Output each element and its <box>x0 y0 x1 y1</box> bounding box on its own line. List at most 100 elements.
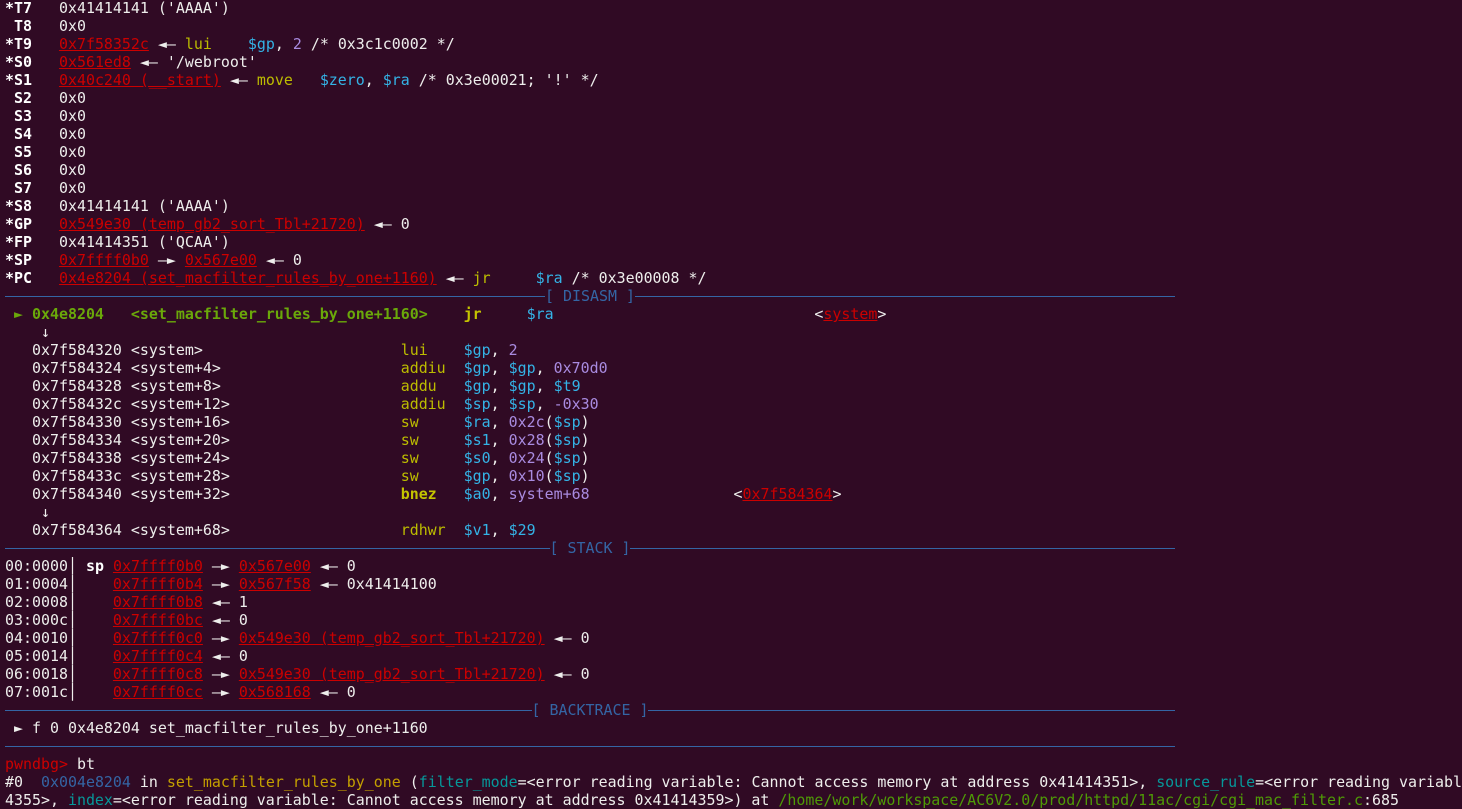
text-segment: $sp <box>463 395 491 413</box>
address-link[interactable]: 0x7ffff0cc <box>113 683 203 701</box>
text-segment: , <box>490 413 509 431</box>
address-link[interactable]: 0x7ffff0b0 <box>59 251 149 269</box>
text-segment: ◄— 0 <box>202 611 248 629</box>
text-segment: —► <box>202 557 239 575</box>
text-segment <box>32 269 59 287</box>
separator-line <box>648 709 1175 711</box>
section-label: [ STACK ] <box>549 539 631 557</box>
text-segment: 0x004e8204 <box>40 773 131 791</box>
text-segment: 05:0014│ <box>5 647 113 665</box>
text-segment: ↓ <box>5 323 50 341</box>
text-segment: , <box>535 359 554 377</box>
text-segment: 07:001c│ <box>5 683 113 701</box>
text-segment: 01:0004│ <box>5 575 113 593</box>
disasm-line: 0x7f584334 <system+20> sw $s1, 0x28($sp) <box>5 431 1462 449</box>
text-segment: sw <box>400 467 419 485</box>
address-link[interactable]: 0x4e8204 (set_macfilter_rules_by_one+116… <box>59 269 437 287</box>
stack-line: 01:0004│ 0x7ffff0b4 —► 0x567f58 ◄— 0x414… <box>5 575 1462 593</box>
address-link[interactable]: 0x7f58352c <box>59 35 149 53</box>
disasm-line: 0x7f584364 <system+68> rdhwr $v1, $29 <box>5 521 1462 539</box>
text-segment: $gp <box>463 467 491 485</box>
address-link[interactable]: 0x7ffff0b0 <box>113 557 203 575</box>
text-segment <box>419 413 464 431</box>
text-segment: $ra <box>526 305 554 323</box>
address-link[interactable]: 0x7f584364 <box>743 485 833 503</box>
text-segment: in <box>130 773 167 791</box>
text-segment: 0x7f584328 <system+8> <box>5 377 401 395</box>
text-segment <box>419 449 464 467</box>
text-segment: ◄— 0 <box>544 665 590 683</box>
address-link[interactable]: 0x7ffff0b8 <box>113 593 203 611</box>
text-segment: , <box>490 485 509 503</box>
address-link[interactable]: 0x568168 <box>239 683 311 701</box>
text-segment: ) <box>580 413 590 431</box>
text-segment: , <box>490 359 509 377</box>
text-segment: 0x0 <box>31 143 86 161</box>
section-separator <box>5 737 1175 755</box>
register-line: S5 0x0 <box>5 143 1462 161</box>
text-segment: —► <box>148 251 185 269</box>
text-segment: *S1 <box>5 71 32 89</box>
text-segment: jr <box>472 269 491 287</box>
section-separator: [ STACK ] <box>5 539 1175 557</box>
disasm-line: 0x7f584320 <system> lui $gp, 2 <box>5 341 1462 359</box>
address-link[interactable]: 0x7ffff0c0 <box>113 629 203 647</box>
text-segment: < <box>589 485 743 503</box>
text-segment: $sp <box>553 431 581 449</box>
text-segment: $t9 <box>553 377 581 395</box>
address-link[interactable]: 0x561ed8 <box>59 53 131 71</box>
text-segment: source_rule <box>1156 773 1256 791</box>
text-segment: addiu <box>400 359 446 377</box>
address-link[interactable]: 0x549e30 (temp_gb2_sort_Tbl+21720) <box>239 629 545 647</box>
text-segment: 0x7f584334 <system+20> <box>5 431 401 449</box>
text-segment: 0x24 <box>508 449 545 467</box>
text-segment: 0x7f584330 <system+16> <box>5 413 401 431</box>
register-line: T8 0x0 <box>5 17 1462 35</box>
address-link[interactable]: 0x40c240 (__start) <box>59 71 221 89</box>
text-segment: ► <box>5 305 32 323</box>
text-segment: *FP <box>5 233 32 251</box>
pwndbg-terminal[interactable]: *T7 0x41414141 ('AAAA') T8 0x0 *T9 0x7f58… <box>5 0 1462 809</box>
text-segment <box>446 395 464 413</box>
address-link[interactable]: system <box>823 305 877 323</box>
section-separator: [ DISASM ] <box>5 287 1175 305</box>
text-segment: 0x0 <box>31 125 86 143</box>
text-segment: ( <box>544 413 554 431</box>
jump-arrow-line: ↓ <box>5 503 1462 521</box>
text-segment: 0x7f58432c <system+12> <box>5 395 401 413</box>
text-segment: sw <box>400 431 419 449</box>
text-segment: ) <box>580 467 590 485</box>
text-segment: , <box>535 395 554 413</box>
text-segment <box>32 251 59 269</box>
address-link[interactable]: 0x7ffff0b4 <box>113 575 203 593</box>
address-link[interactable]: 0x567e00 <box>185 251 257 269</box>
stack-line: 03:000c│ 0x7ffff0bc ◄— 0 <box>5 611 1462 629</box>
text-segment: ( <box>544 449 554 467</box>
address-link[interactable]: 0x7ffff0c8 <box>113 665 203 683</box>
address-link[interactable]: 0x7ffff0c4 <box>113 647 203 665</box>
text-segment <box>437 485 464 503</box>
text-segment: , <box>490 521 509 539</box>
text-segment: /* 0x3c1c0002 */ <box>301 35 455 53</box>
address-link[interactable]: 0x7ffff0bc <box>113 611 203 629</box>
address-link[interactable]: 0x549e30 (temp_gb2_sort_Tbl+21720) <box>239 665 545 683</box>
register-line: S7 0x0 <box>5 179 1462 197</box>
address-link[interactable]: 0x567f58 <box>239 575 311 593</box>
text-segment: ◄— 0 <box>202 647 248 665</box>
separator-line <box>630 547 1175 549</box>
text-segment: $gp <box>247 35 275 53</box>
stack-line: 00:0000│ sp 0x7ffff0b0 —► 0x567e00 ◄— 0 <box>5 557 1462 575</box>
text-segment: 2 <box>508 341 518 359</box>
address-link[interactable]: 0x567e00 <box>239 557 311 575</box>
text-segment: ◄— 0 <box>256 251 302 269</box>
text-segment: 0x7f584340 <system+32> <box>5 485 401 503</box>
text-segment: bt <box>67 755 95 773</box>
text-segment: ( <box>544 431 554 449</box>
text-segment: =<error reading variable: Cannot access … <box>112 791 779 809</box>
address-link[interactable]: 0x549e30 (temp_gb2_sort_Tbl+21720) <box>59 215 365 233</box>
text-segment: 0x28 <box>508 431 545 449</box>
section-label: [ BACKTRACE ] <box>531 701 649 719</box>
text-segment: $ra <box>535 269 563 287</box>
text-segment: move <box>256 71 293 89</box>
text-segment: 04:0010│ <box>5 629 113 647</box>
